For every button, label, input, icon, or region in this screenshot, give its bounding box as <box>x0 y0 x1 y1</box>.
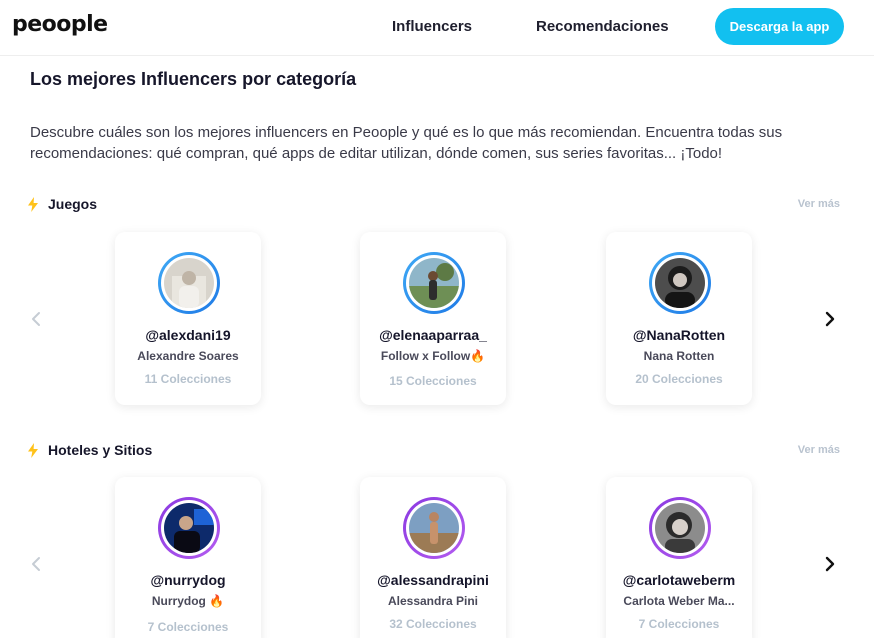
ver-mas-link[interactable]: Ver más <box>798 444 840 456</box>
influencer-handle: @NanaRotten <box>632 327 726 343</box>
collections-count: 7 Colecciones <box>147 620 229 634</box>
collections-count: 15 Colecciones <box>389 374 477 388</box>
lightning-bolt-icon <box>28 197 38 212</box>
influencer-handle: @alexdani19 <box>145 327 231 343</box>
section-title: Juegos <box>48 196 98 212</box>
top-header: peoople Influencers Recomendaciones Desc… <box>0 0 874 56</box>
influencer-handle: @nurrydog <box>150 572 226 588</box>
lightning-bolt-icon <box>28 443 38 458</box>
influencer-name: Carlota Weber Ma... <box>623 594 735 608</box>
influencer-card[interactable]: @alexdani19 Alexandre Soares 11 Coleccio… <box>115 232 261 405</box>
influencer-handle: @alessandrapini <box>377 572 489 588</box>
collections-count: 7 Colecciones <box>638 617 720 631</box>
carousel-next-button[interactable] <box>818 552 842 576</box>
download-app-button[interactable]: Descarga la app <box>715 8 844 45</box>
influencer-name: Nana Rotten <box>643 349 715 363</box>
avatar <box>158 252 220 314</box>
ver-mas-link[interactable]: Ver más <box>798 198 840 210</box>
influencer-name: Nurrydog 🔥 <box>151 594 225 608</box>
collections-count: 20 Colecciones <box>635 372 723 386</box>
section-header-juegos: Juegos Ver más <box>28 194 840 216</box>
peoople-logo[interactable]: peoople <box>12 12 108 37</box>
influencer-handle: @elenaaparraa_ <box>379 327 487 343</box>
nav-recomendaciones[interactable]: Recomendaciones <box>536 18 669 35</box>
intro-text: Descubre cuáles son los mejores influenc… <box>30 124 783 162</box>
chevron-right-icon <box>825 556 835 572</box>
influencer-card[interactable]: @NanaRotten Nana Rotten 20 Colecciones <box>606 232 752 405</box>
influencer-card[interactable]: @alessandrapini Alessandra Pini 32 Colec… <box>360 477 506 638</box>
avatar <box>649 252 711 314</box>
carousel-prev-button[interactable] <box>24 552 48 576</box>
influencer-name: Follow x Follow🔥 <box>380 349 486 363</box>
influencer-handle: @carlotaweberm <box>622 572 736 588</box>
influencer-card[interactable]: @carlotaweberm Carlota Weber Ma... 7 Col… <box>606 477 752 638</box>
collections-count: 11 Colecciones <box>144 372 232 386</box>
chevron-left-icon <box>32 312 40 326</box>
carousel-next-button[interactable] <box>818 307 842 331</box>
influencer-name: Alessandra Pini <box>387 594 479 608</box>
nav-influencers[interactable]: Influencers <box>392 18 472 35</box>
avatar <box>403 497 465 559</box>
chevron-left-icon <box>32 557 40 571</box>
collections-count: 32 Colecciones <box>389 617 477 631</box>
carousel-prev-button[interactable] <box>24 307 48 331</box>
avatar <box>403 252 465 314</box>
section-header-hoteles: Hoteles y Sitios Ver más <box>28 440 840 462</box>
avatar <box>158 497 220 559</box>
section-title: Hoteles y Sitios <box>48 442 153 458</box>
chevron-right-icon <box>825 311 835 327</box>
influencer-card[interactable]: @nurrydog Nurrydog 🔥 7 Colecciones <box>115 477 261 638</box>
avatar <box>649 497 711 559</box>
influencer-card[interactable]: @elenaaparraa_ Follow x Follow🔥 15 Colec… <box>360 232 506 405</box>
influencer-name: Alexandre Soares <box>137 349 239 363</box>
page-title: Los mejores Influencers por categoría <box>30 69 357 89</box>
